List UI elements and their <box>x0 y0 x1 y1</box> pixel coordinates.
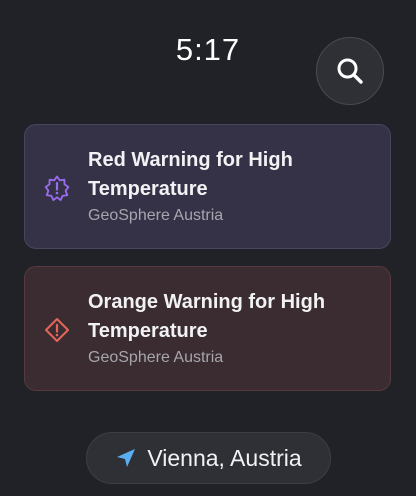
warning-source: GeoSphere Austria <box>88 207 224 224</box>
search-button[interactable] <box>316 37 384 105</box>
warning-badge-icon <box>44 175 70 201</box>
location-button[interactable]: Vienna, Austria <box>86 432 331 484</box>
warning-card-red[interactable]: Red Warning for High Temperature GeoSphe… <box>24 124 391 249</box>
location-label: Vienna, Austria <box>147 444 302 471</box>
location-arrow-icon <box>117 449 136 467</box>
warning-title: Orange Warning for High Temperature <box>88 291 326 342</box>
warning-title: Red Warning for High Temperature <box>88 149 293 200</box>
warning-diamond-icon <box>45 318 69 342</box>
search-icon <box>337 58 363 84</box>
warning-source: GeoSphere Austria <box>88 349 224 366</box>
warning-card-orange[interactable]: Orange Warning for High Temperature GeoS… <box>24 266 391 391</box>
